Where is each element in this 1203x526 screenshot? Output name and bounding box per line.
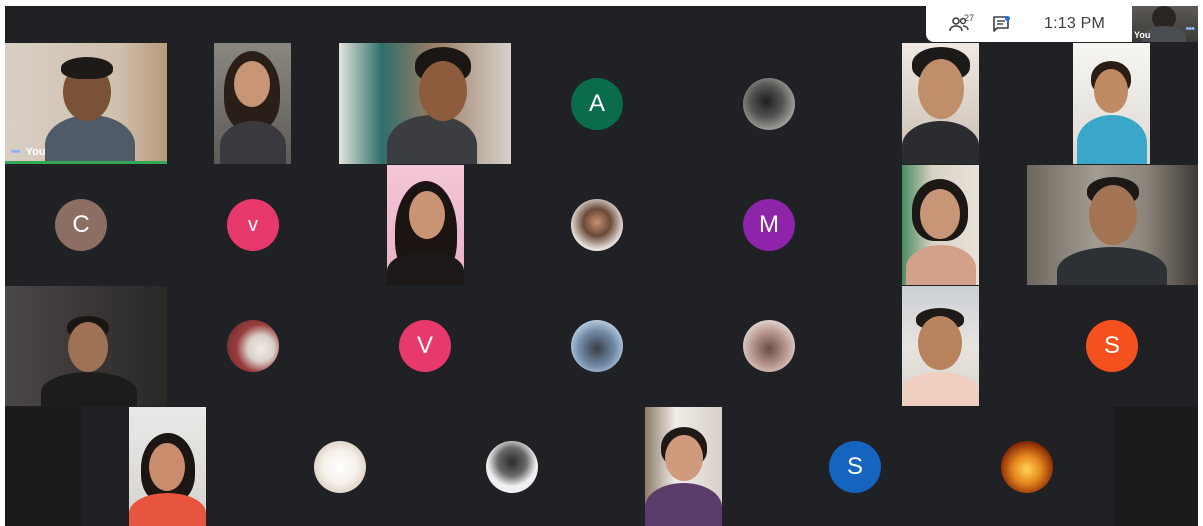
participant-avatar-letter[interactable]: V — [399, 320, 451, 372]
participant-video[interactable] — [902, 43, 979, 164]
participant-video[interactable] — [902, 165, 979, 285]
participant-avatar-photo[interactable] — [314, 441, 366, 493]
more-options-icon[interactable]: ••• — [1185, 23, 1195, 35]
participant-video-self[interactable]: ••• You — [5, 43, 167, 164]
participant-avatar-letter[interactable]: M — [743, 199, 795, 251]
participant-video[interactable] — [214, 43, 291, 164]
participant-avatar-letter[interactable]: S — [829, 441, 881, 493]
active-speaker-indicator — [5, 161, 167, 164]
participant-video[interactable] — [902, 286, 979, 406]
chat-button[interactable] — [984, 6, 1018, 42]
participant-avatar-photo[interactable] — [743, 320, 795, 372]
meeting-top-bar: 27 1:13 PM — [926, 6, 1132, 42]
people-button[interactable]: 27 — [942, 6, 976, 42]
self-name-tag: ••• You — [11, 146, 46, 158]
participant-video[interactable] — [339, 43, 511, 164]
participant-video[interactable] — [129, 407, 206, 526]
participant-video[interactable] — [1027, 165, 1198, 285]
self-preview-label: You — [1134, 30, 1151, 40]
participant-avatar-photo[interactable] — [743, 78, 795, 130]
participant-avatar-photo[interactable] — [227, 320, 279, 372]
participant-video[interactable] — [1073, 43, 1150, 164]
participant-avatar-photo[interactable] — [486, 441, 538, 493]
participant-avatar-letter[interactable]: V — [227, 199, 279, 251]
participant-video[interactable] — [5, 286, 167, 406]
participant-video[interactable] — [387, 165, 464, 285]
participant-avatar-letter[interactable]: C — [55, 199, 107, 251]
participant-video[interactable] — [645, 407, 722, 526]
participant-avatar-photo[interactable] — [1001, 441, 1053, 493]
chat-notification-dot — [1005, 16, 1010, 21]
participant-avatar-photo[interactable] — [571, 199, 623, 251]
empty-tile — [5, 407, 81, 526]
self-preview-tile[interactable]: You ••• — [1132, 6, 1198, 42]
meeting-clock: 1:13 PM — [1044, 15, 1105, 32]
participant-count: 27 — [964, 13, 975, 23]
participant-avatar-letter[interactable]: S — [1086, 320, 1138, 372]
empty-tile — [1113, 407, 1198, 526]
more-options-icon: ••• — [11, 146, 21, 158]
participant-avatar-photo[interactable] — [571, 320, 623, 372]
participant-avatar-letter[interactable]: A — [571, 78, 623, 130]
meeting-stage: ••• You A C V M — [5, 6, 1198, 526]
